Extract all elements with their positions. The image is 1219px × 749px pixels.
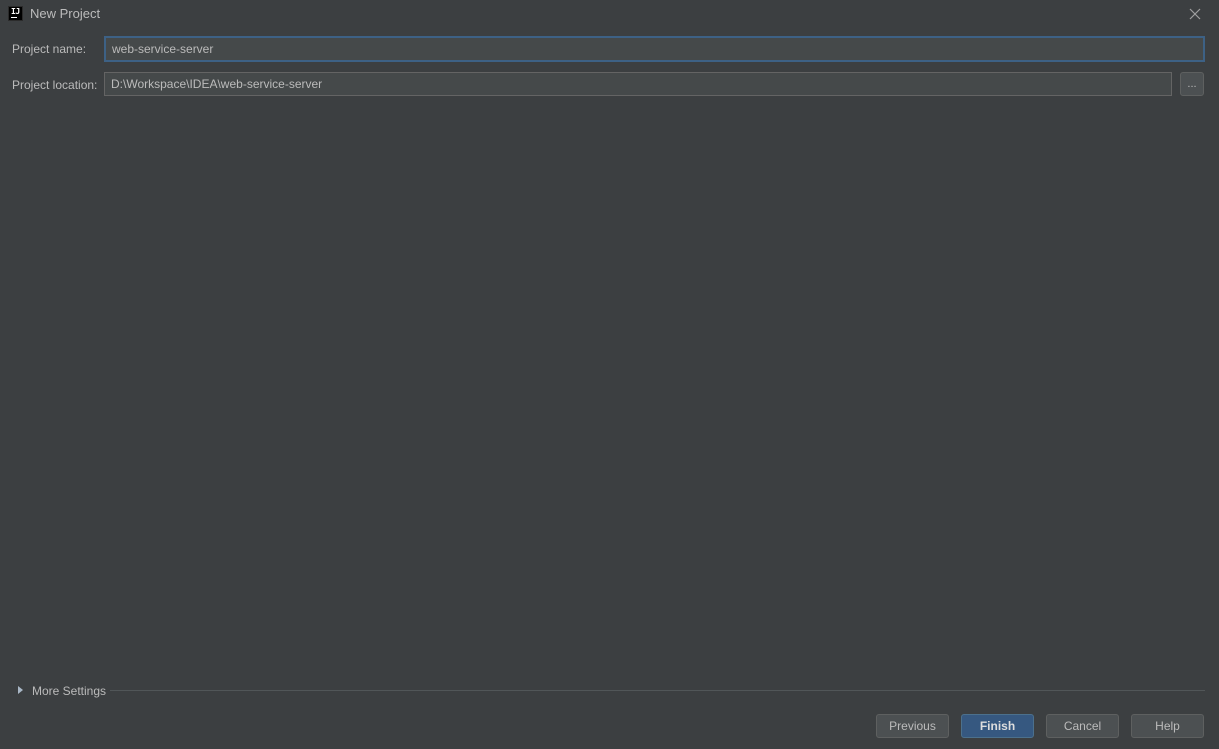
intellij-idea-icon: IJ [8,6,23,21]
project-name-input[interactable] [104,36,1205,62]
triangle-right-icon [18,686,23,694]
project-location-label: Project location: [12,78,98,92]
more-settings-label: More Settings [32,684,107,698]
app-icon-underline [11,17,17,18]
close-icon [1189,8,1201,20]
close-button[interactable] [1182,4,1208,24]
app-icon-text: IJ [11,7,20,16]
project-name-label: Project name: [12,42,87,56]
browse-location-button[interactable]: ... [1180,72,1204,96]
cancel-button[interactable]: Cancel [1046,714,1119,738]
project-location-input[interactable] [104,72,1172,96]
help-button[interactable]: Help [1131,714,1204,738]
window-title: New Project [30,6,101,21]
previous-button[interactable]: Previous [876,714,949,738]
title-bar: IJ New Project [0,0,1219,28]
more-settings-divider [110,690,1205,691]
finish-button[interactable]: Finish [961,714,1034,738]
new-project-dialog: IJ New Project Project name: Project loc… [0,0,1219,749]
